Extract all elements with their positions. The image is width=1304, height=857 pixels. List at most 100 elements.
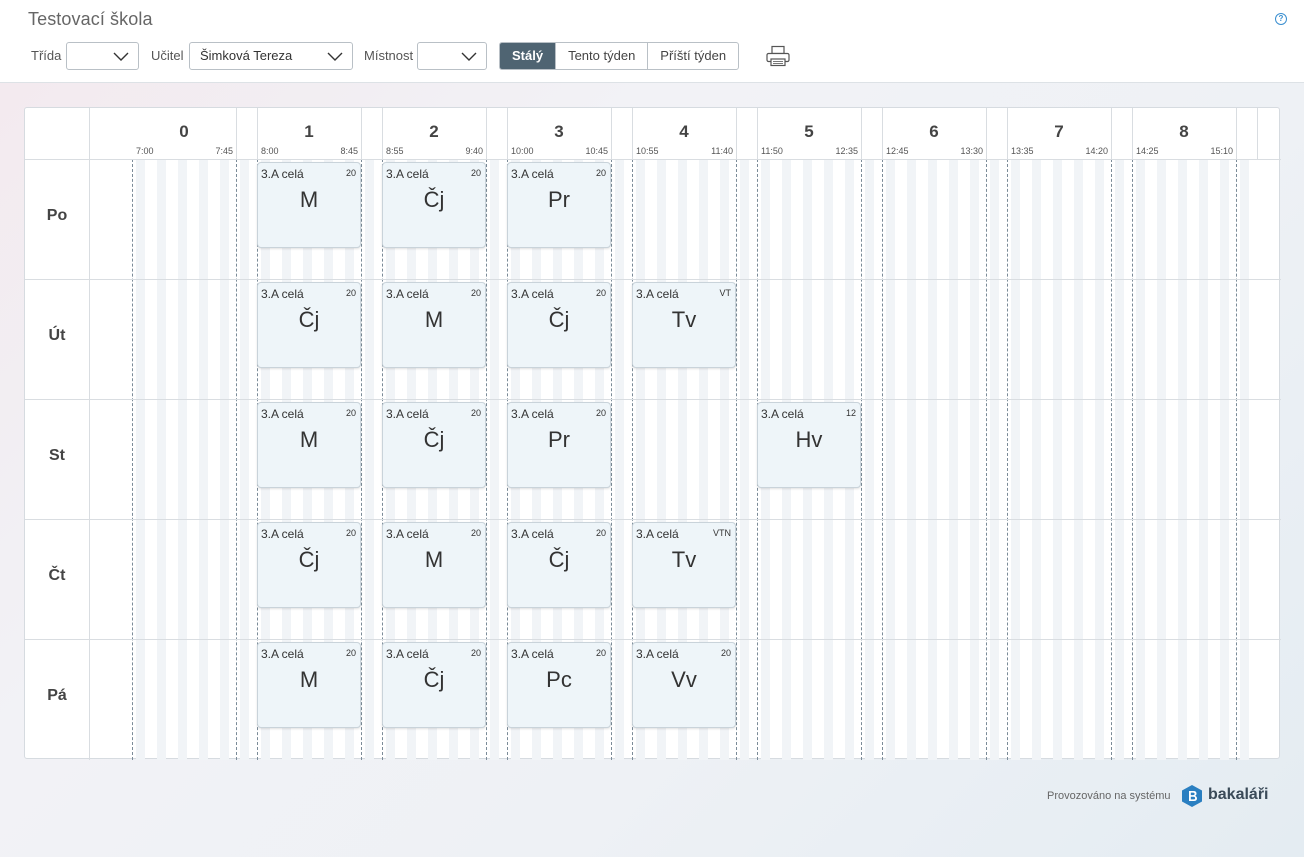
period-divider: [986, 108, 987, 159]
period-end-time: 10:45: [585, 146, 608, 156]
printer-icon[interactable]: [765, 45, 791, 67]
lesson-room: 20: [470, 168, 481, 178]
lesson-room: 20: [470, 288, 481, 298]
lesson-card[interactable]: 3.A celá 20 Čj: [382, 642, 486, 728]
break-stripe: [1115, 159, 1124, 760]
class-select[interactable]: [66, 42, 139, 70]
row-divider: [25, 279, 1281, 280]
lesson-group: 3.A celá: [386, 287, 429, 301]
period-end-line: [486, 159, 487, 760]
column-stripe: [970, 159, 979, 760]
lesson-room: 20: [345, 168, 356, 178]
period-end-time: 14:20: [1085, 146, 1108, 156]
period-start-time: 7:00: [136, 146, 154, 156]
column-stripe: [928, 159, 937, 760]
lesson-card[interactable]: 3.A celá 20 Čj: [382, 162, 486, 248]
lesson-group: 3.A celá: [386, 527, 429, 541]
help-icon[interactable]: ?: [1275, 13, 1287, 25]
lesson-card[interactable]: 3.A celá 20 Pr: [507, 402, 611, 488]
break-stripe: [490, 159, 499, 760]
column-stripe: [1220, 159, 1229, 760]
lesson-card[interactable]: 3.A celá 20 Čj: [257, 522, 361, 608]
period-start-time: 8:55: [386, 146, 404, 156]
class-label: Třída: [31, 48, 62, 63]
day-label: Út: [48, 327, 66, 344]
lesson-group: 3.A celá: [261, 527, 304, 541]
lesson-card[interactable]: 3.A celá 20 Pc: [507, 642, 611, 728]
top-bar: Testovací škola ? Třída Učitel Šimková T…: [0, 0, 1304, 83]
lesson-card[interactable]: 3.A celá 20 M: [257, 642, 361, 728]
room-label: Místnost: [364, 48, 414, 63]
lesson-card[interactable]: 3.A celá 20 Čj: [507, 522, 611, 608]
break-stripe: [615, 159, 624, 760]
lesson-room: 20: [595, 648, 606, 658]
column-stripe: [1032, 159, 1041, 760]
footer-text: Provozováno na systému: [1047, 790, 1171, 802]
column-stripe: [136, 159, 145, 760]
break-stripe: [865, 159, 874, 760]
period-number: 6: [929, 122, 939, 141]
period-end-line: [861, 159, 862, 760]
period-divider: [611, 108, 612, 159]
lesson-subject: Tv: [671, 547, 697, 572]
lesson-card[interactable]: 3.A celá 20 M: [257, 162, 361, 248]
lesson-card[interactable]: 3.A celá 20 M: [257, 402, 361, 488]
teacher-select[interactable]: Šimková Tereza: [189, 42, 353, 70]
tab-this-week[interactable]: Tento týden: [555, 43, 647, 69]
column-stripe: [1178, 159, 1187, 760]
lesson-card[interactable]: 3.A celá 20 Pr: [507, 162, 611, 248]
period-start-time: 10:00: [511, 146, 534, 156]
tab-next-week[interactable]: Příští týden: [647, 43, 738, 69]
period-start-time: 12:45: [886, 146, 909, 156]
room-select[interactable]: [417, 42, 487, 70]
day-label: Po: [46, 207, 68, 224]
column-stripe: [1136, 159, 1145, 760]
lesson-group: 3.A celá: [511, 407, 554, 421]
period-start-time: 8:00: [261, 146, 279, 156]
chevron-down-icon: [113, 52, 129, 61]
period-start-time: 13:35: [1011, 146, 1034, 156]
break-stripe: [990, 159, 999, 760]
period-start-line: [1007, 159, 1008, 760]
lesson-group: 3.A celá: [511, 647, 554, 661]
column-stripe: [886, 159, 895, 760]
lesson-group: 3.A celá: [511, 167, 554, 181]
period-end-line: [361, 159, 362, 760]
lesson-card[interactable]: 3.A celá 20 Čj: [507, 282, 611, 368]
lesson-group: 3.A celá: [386, 407, 429, 421]
brand-name: bakaláři: [1208, 786, 1269, 803]
column-stripe: [1095, 159, 1104, 760]
lesson-card[interactable]: 3.A celá 20 Čj: [257, 282, 361, 368]
lesson-card[interactable]: 3.A celá VTN Tv: [632, 522, 736, 608]
lesson-subject: Hv: [795, 427, 823, 452]
lesson-room: 20: [470, 528, 481, 538]
column-stripe: [1074, 159, 1083, 760]
lesson-room: 20: [595, 408, 606, 418]
lesson-group: 3.A celá: [261, 647, 304, 661]
lesson-subject: M: [299, 187, 319, 212]
period-start-time: 10:55: [636, 146, 659, 156]
period-start-line: [132, 159, 133, 760]
lesson-card[interactable]: 3.A celá VT Tv: [632, 282, 736, 368]
column-stripe: [907, 159, 916, 760]
lesson-subject: Tv: [671, 307, 697, 332]
column-stripe: [157, 159, 166, 760]
lesson-card[interactable]: 3.A celá 20 Vv: [632, 642, 736, 728]
lesson-card[interactable]: 3.A celá 20 M: [382, 522, 486, 608]
lesson-room: VTN: [713, 528, 731, 538]
tab-permanent[interactable]: Stálý: [500, 43, 556, 69]
period-divider: [736, 108, 737, 159]
period-end-time: 13:30: [960, 146, 983, 156]
chevron-down-icon: [461, 52, 477, 61]
period-start-time: 14:25: [1136, 146, 1159, 156]
period-end-time: 8:45: [340, 146, 358, 156]
row-divider: [25, 399, 1281, 400]
lesson-group: 3.A celá: [511, 527, 554, 541]
period-end-line: [1111, 159, 1112, 760]
row-divider: [25, 639, 1281, 640]
lesson-card[interactable]: 3.A celá 20 M: [382, 282, 486, 368]
lesson-card[interactable]: 3.A celá 20 Čj: [382, 402, 486, 488]
lesson-card[interactable]: 3.A celá 12 Hv: [757, 402, 861, 488]
period-end-time: 15:10: [1210, 146, 1233, 156]
lesson-group: 3.A celá: [261, 407, 304, 421]
